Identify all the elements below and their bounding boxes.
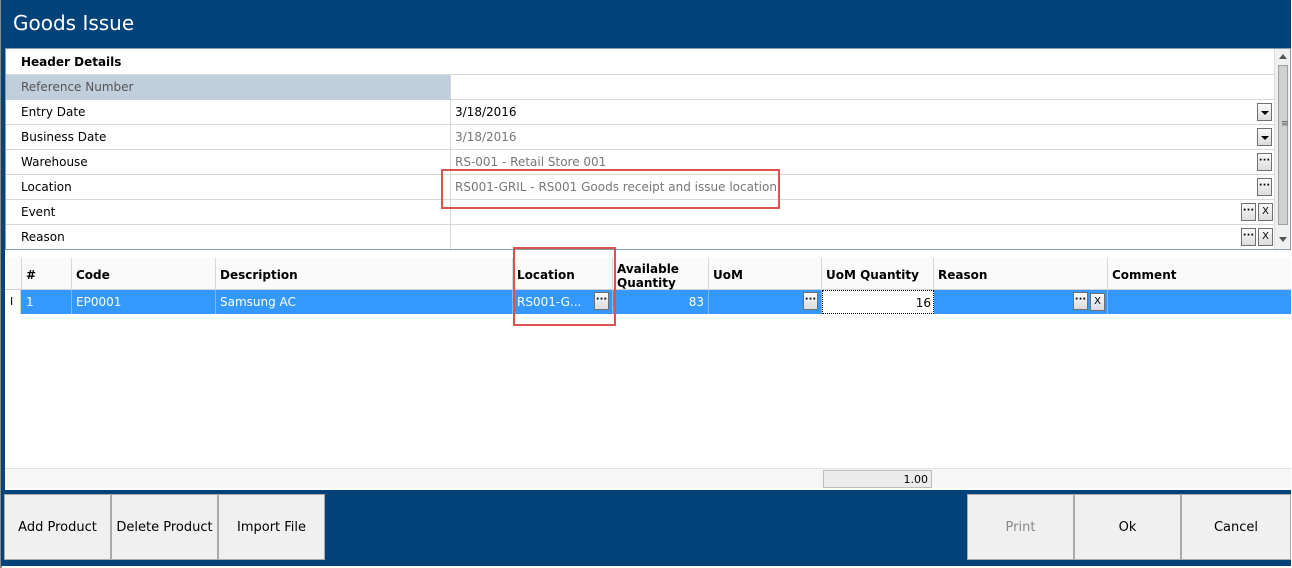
column-header-available-quantity[interactable]: Available Quantity — [613, 258, 709, 290]
cell-code[interactable]: EP0001 — [72, 290, 216, 314]
cancel-button[interactable]: Cancel — [1181, 494, 1291, 560]
row-edit-indicator-icon: I — [5, 290, 21, 314]
event-field[interactable] — [452, 200, 1252, 225]
cell-location-text: RS001-G... — [517, 295, 582, 309]
reference-number-row: Reference Number — [6, 75, 1274, 100]
title-bar: Goods Issue — [1, 0, 1291, 48]
entry-date-label: Entry Date — [6, 100, 451, 125]
warehouse-row: Warehouse RS-001 - Retail Store 001 — [6, 150, 1274, 175]
cell-uom[interactable] — [709, 290, 822, 314]
column-header-uom-quantity[interactable]: UoM Quantity — [822, 258, 934, 290]
entry-date-dropdown-button[interactable] — [1257, 103, 1272, 121]
column-header-num[interactable]: # — [22, 258, 72, 290]
items-grid: # Code Description Location Available Qu… — [5, 250, 1291, 490]
location-label: Location — [6, 175, 451, 200]
print-button[interactable]: Print — [967, 494, 1074, 560]
import-file-button[interactable]: Import File — [218, 494, 325, 560]
column-header-uom[interactable]: UoM — [709, 258, 822, 290]
warehouse-field[interactable]: RS-001 - Retail Store 001 — [452, 150, 1252, 175]
reason-label: Reason — [6, 225, 451, 249]
event-row: Event — [6, 200, 1274, 225]
ok-button[interactable]: Ok — [1074, 494, 1181, 560]
header-details-title: Header Details — [21, 55, 122, 69]
event-label: Event — [6, 200, 451, 225]
reason-cell-browse-button[interactable] — [1073, 292, 1088, 310]
cell-available-quantity[interactable]: 83 — [613, 290, 709, 314]
window-title: Goods Issue — [13, 11, 135, 35]
cell-location[interactable]: RS001-G... — [513, 290, 613, 314]
location-browse-button[interactable] — [1257, 178, 1272, 196]
uom-quantity-total: 1.00 — [823, 470, 932, 488]
column-header-location[interactable]: Location — [513, 258, 613, 290]
grid-header: # Code Description Location Available Qu… — [5, 258, 1291, 290]
column-header-code[interactable]: Code — [72, 258, 216, 290]
entry-date-row: Entry Date 3/18/2016 — [6, 100, 1274, 125]
warehouse-browse-button[interactable] — [1257, 153, 1272, 171]
business-date-label: Business Date — [6, 125, 451, 150]
scroll-down-arrow-icon[interactable] — [1279, 237, 1287, 242]
grid-footer: 1.00 — [5, 468, 1291, 488]
event-clear-button[interactable] — [1258, 203, 1273, 221]
column-header-description[interactable]: Description — [216, 258, 513, 290]
reason-clear-button[interactable] — [1258, 228, 1273, 246]
location-row: Location RS001-GRIL - RS001 Goods receip… — [6, 175, 1274, 200]
column-header-comment[interactable]: Comment — [1108, 258, 1291, 290]
cell-num[interactable]: 1 — [22, 290, 72, 314]
event-browse-button[interactable] — [1241, 203, 1256, 221]
cell-reason[interactable] — [934, 290, 1108, 314]
header-details-title-row: Header Details — [6, 49, 1274, 75]
entry-date-field[interactable]: 3/18/2016 — [452, 100, 1252, 125]
delete-product-button[interactable]: Delete Product — [111, 494, 218, 560]
goods-issue-window: Goods Issue Header Details Reference Num… — [1, 0, 1291, 566]
cell-comment[interactable] — [1108, 290, 1291, 314]
uom-cell-browse-button[interactable] — [803, 292, 818, 310]
bottom-toolbar: Add Product Delete Product Import File P… — [1, 494, 1291, 560]
column-header-reason[interactable]: Reason — [934, 258, 1108, 290]
business-date-dropdown-button[interactable] — [1257, 128, 1272, 146]
scroll-grip-icon: ≡ — [1281, 119, 1289, 129]
cell-description[interactable]: Samsung AC — [216, 290, 513, 314]
location-cell-browse-button[interactable] — [594, 292, 609, 310]
reference-number-field[interactable] — [452, 75, 1252, 100]
scroll-up-arrow-icon[interactable] — [1279, 54, 1287, 59]
header-scrollbar[interactable]: ≡ — [1274, 49, 1290, 249]
warehouse-label: Warehouse — [6, 150, 451, 175]
reason-row: Reason — [6, 225, 1274, 249]
business-date-row: Business Date 3/18/2016 — [6, 125, 1274, 150]
reason-field[interactable] — [452, 225, 1252, 249]
location-field[interactable]: RS001-GRIL - RS001 Goods receipt and iss… — [452, 175, 1252, 200]
header-details-panel: Header Details Reference Number Entry Da… — [5, 48, 1291, 250]
cell-uom-quantity[interactable]: 16 — [822, 290, 934, 314]
scrollbar-thumb[interactable] — [1278, 65, 1288, 225]
add-product-button[interactable]: Add Product — [4, 494, 111, 560]
reason-browse-button[interactable] — [1241, 228, 1256, 246]
table-row[interactable]: 1 EP0001 Samsung AC RS001-G... 83 16 — [5, 290, 1291, 314]
business-date-field[interactable]: 3/18/2016 — [452, 125, 1252, 150]
grid-header-indicator — [5, 258, 22, 290]
reason-cell-clear-button[interactable] — [1090, 293, 1105, 311]
reference-number-label: Reference Number — [6, 75, 451, 100]
